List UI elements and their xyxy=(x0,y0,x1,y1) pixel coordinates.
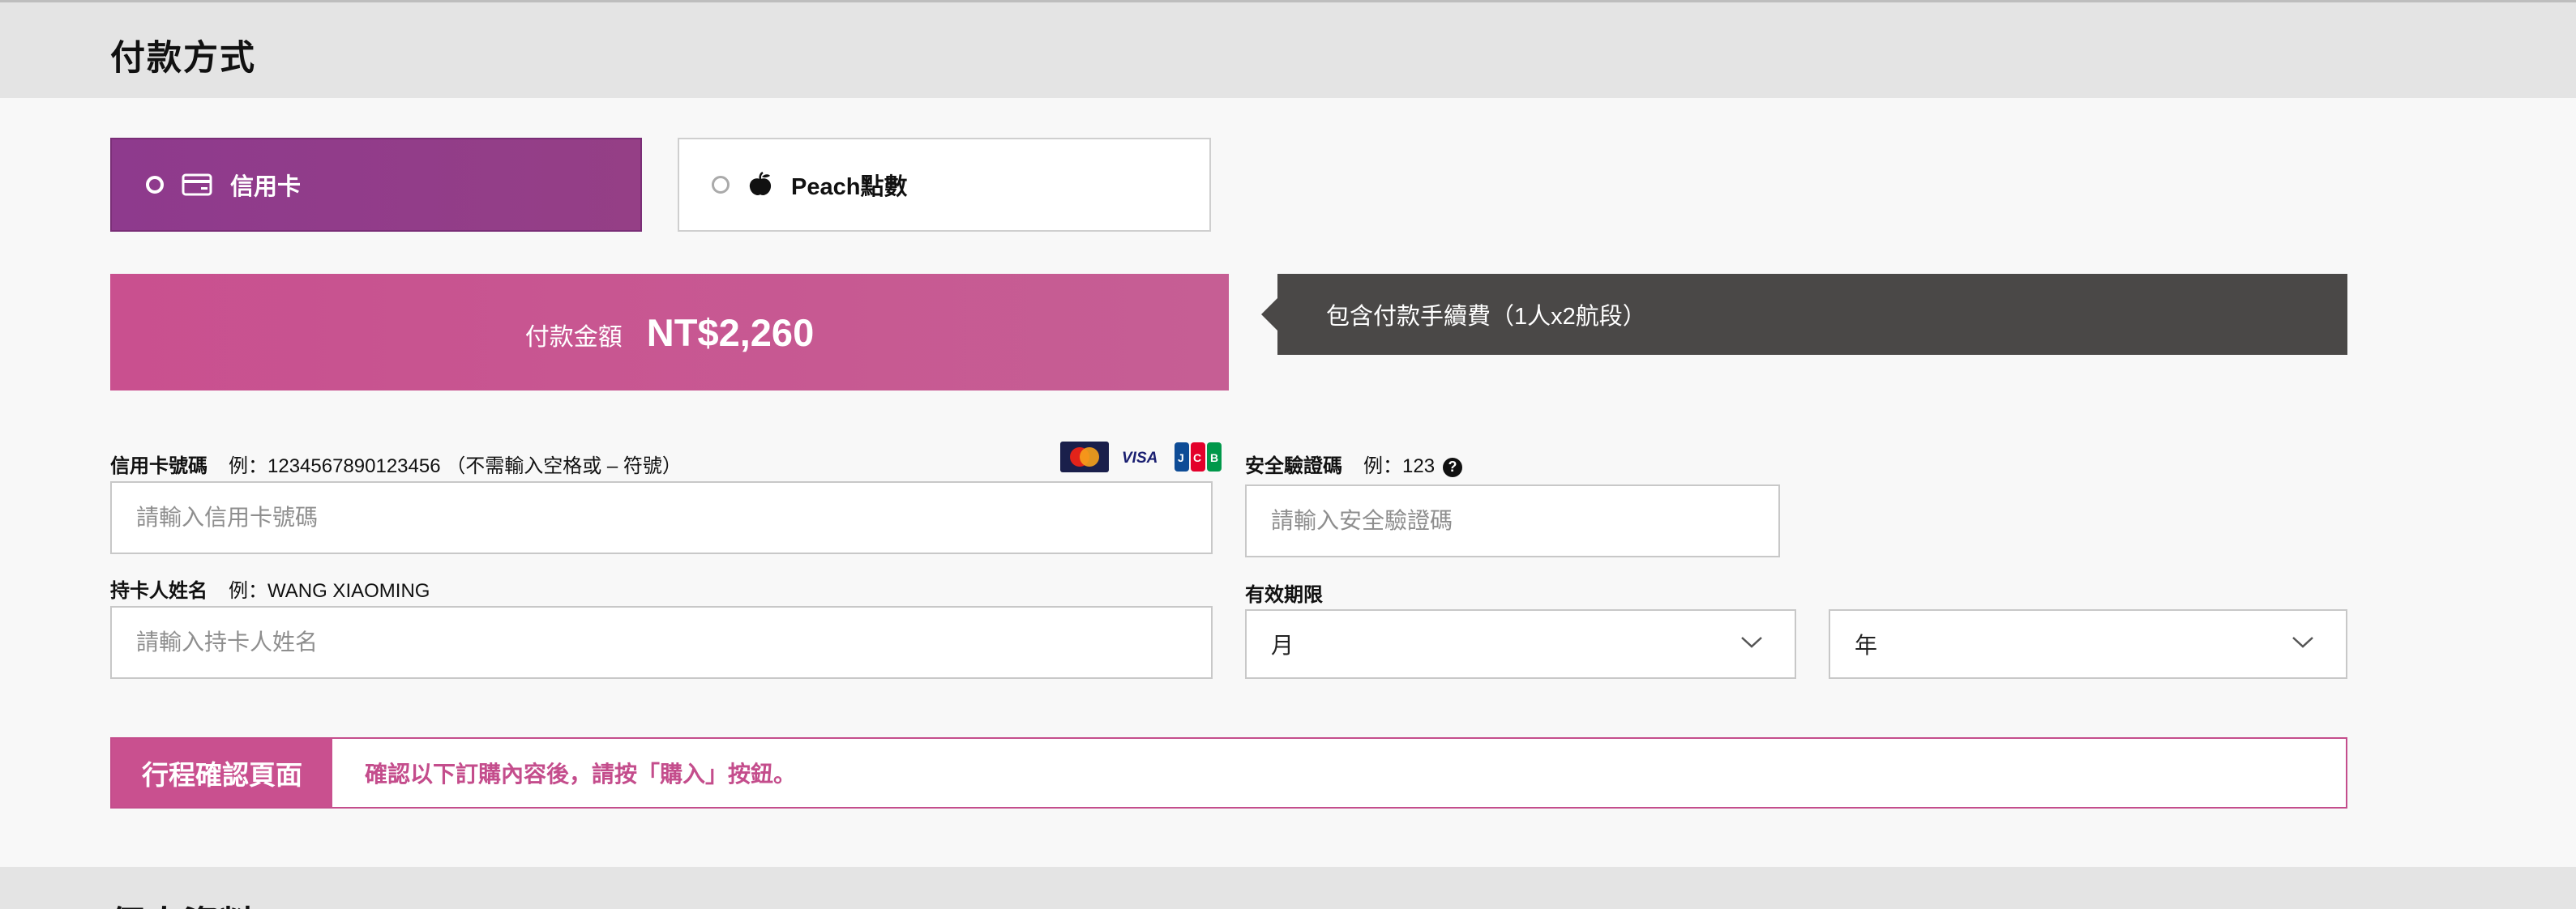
amount-value: NT$2,260 xyxy=(646,310,815,354)
expiry-month-select[interactable]: 月 xyxy=(1245,609,1796,679)
jcb-icon: J C B xyxy=(1174,442,1222,476)
amount-label: 付款金額 xyxy=(524,324,623,351)
payment-method-label: Peach點數 xyxy=(791,174,908,200)
confirm-tag: 行程確認頁面 xyxy=(112,739,332,807)
security-code-example: 例：123 xyxy=(1363,455,1436,477)
payment-section-title: 付款方式 xyxy=(110,39,256,78)
security-code-input[interactable] xyxy=(1245,484,1780,557)
peach-icon xyxy=(747,172,773,198)
mastercard-icon xyxy=(1060,442,1109,476)
expiry-month-value: 月 xyxy=(1271,633,1294,658)
card-number-example: 例：1234567890123456 （不需輸入空格或 – 符號） xyxy=(229,455,682,477)
security-code-label-row: 安全驗證碼 例：123? xyxy=(1245,450,1463,478)
expiry-label-row: 有效期限 xyxy=(1245,578,1344,607)
payment-section-header: 付款方式 xyxy=(0,2,2576,98)
svg-text:J: J xyxy=(1178,451,1184,464)
payment-method-peach-points[interactable]: Peach點數 xyxy=(678,138,1211,232)
confirm-text: 確認以下訂購內容後，請按「購入」按鈕。 xyxy=(365,762,797,787)
security-code-label: 安全驗證碼 xyxy=(1245,455,1342,477)
help-icon[interactable]: ? xyxy=(1443,457,1463,477)
holder-name-label: 持卡人姓名 xyxy=(110,580,208,602)
visa-icon: VISA xyxy=(1119,442,1164,476)
payment-amount-box: 付款金額 NT$2,260 xyxy=(110,274,1229,390)
expiry-year-select[interactable]: 年 xyxy=(1829,609,2347,679)
chevron-down-icon xyxy=(2291,630,2315,656)
card-brand-logos: VISA J C B xyxy=(1060,442,1222,476)
radio-credit-card[interactable] xyxy=(146,176,164,194)
payment-method-credit-card[interactable]: 信用卡 xyxy=(110,138,642,232)
fee-note-text: 包含付款手續費（1人x2航段） xyxy=(1326,304,1646,330)
card-number-label-row: 信用卡號碼 例：1234567890123456 （不需輸入空格或 – 符號） xyxy=(110,450,682,478)
expiry-label: 有效期限 xyxy=(1245,584,1323,606)
fee-note: 包含付款手續費（1人x2航段） xyxy=(1261,274,2347,355)
expiry-year-value: 年 xyxy=(1855,633,1878,658)
card-number-label: 信用卡號碼 xyxy=(110,455,208,477)
payment-method-label: 信用卡 xyxy=(230,174,302,200)
card-number-input[interactable] xyxy=(110,481,1213,554)
radio-peach-points[interactable] xyxy=(712,176,730,194)
credit-card-icon xyxy=(182,173,212,196)
holder-name-input[interactable] xyxy=(110,606,1213,679)
personal-section-header: 個人資料 xyxy=(0,867,2576,909)
holder-name-label-row: 持卡人姓名 例：WANG XIAOMING xyxy=(110,574,430,603)
svg-text:C: C xyxy=(1193,451,1201,464)
svg-text:VISA: VISA xyxy=(1122,450,1157,467)
svg-text:B: B xyxy=(1210,451,1218,464)
personal-section-title: 個人資料 xyxy=(110,896,256,909)
holder-name-example: 例：WANG XIAOMING xyxy=(229,580,430,602)
chevron-down-icon xyxy=(1739,630,1764,656)
itinerary-confirm-banner: 行程確認頁面 確認以下訂購內容後，請按「購入」按鈕。 xyxy=(110,737,2347,809)
